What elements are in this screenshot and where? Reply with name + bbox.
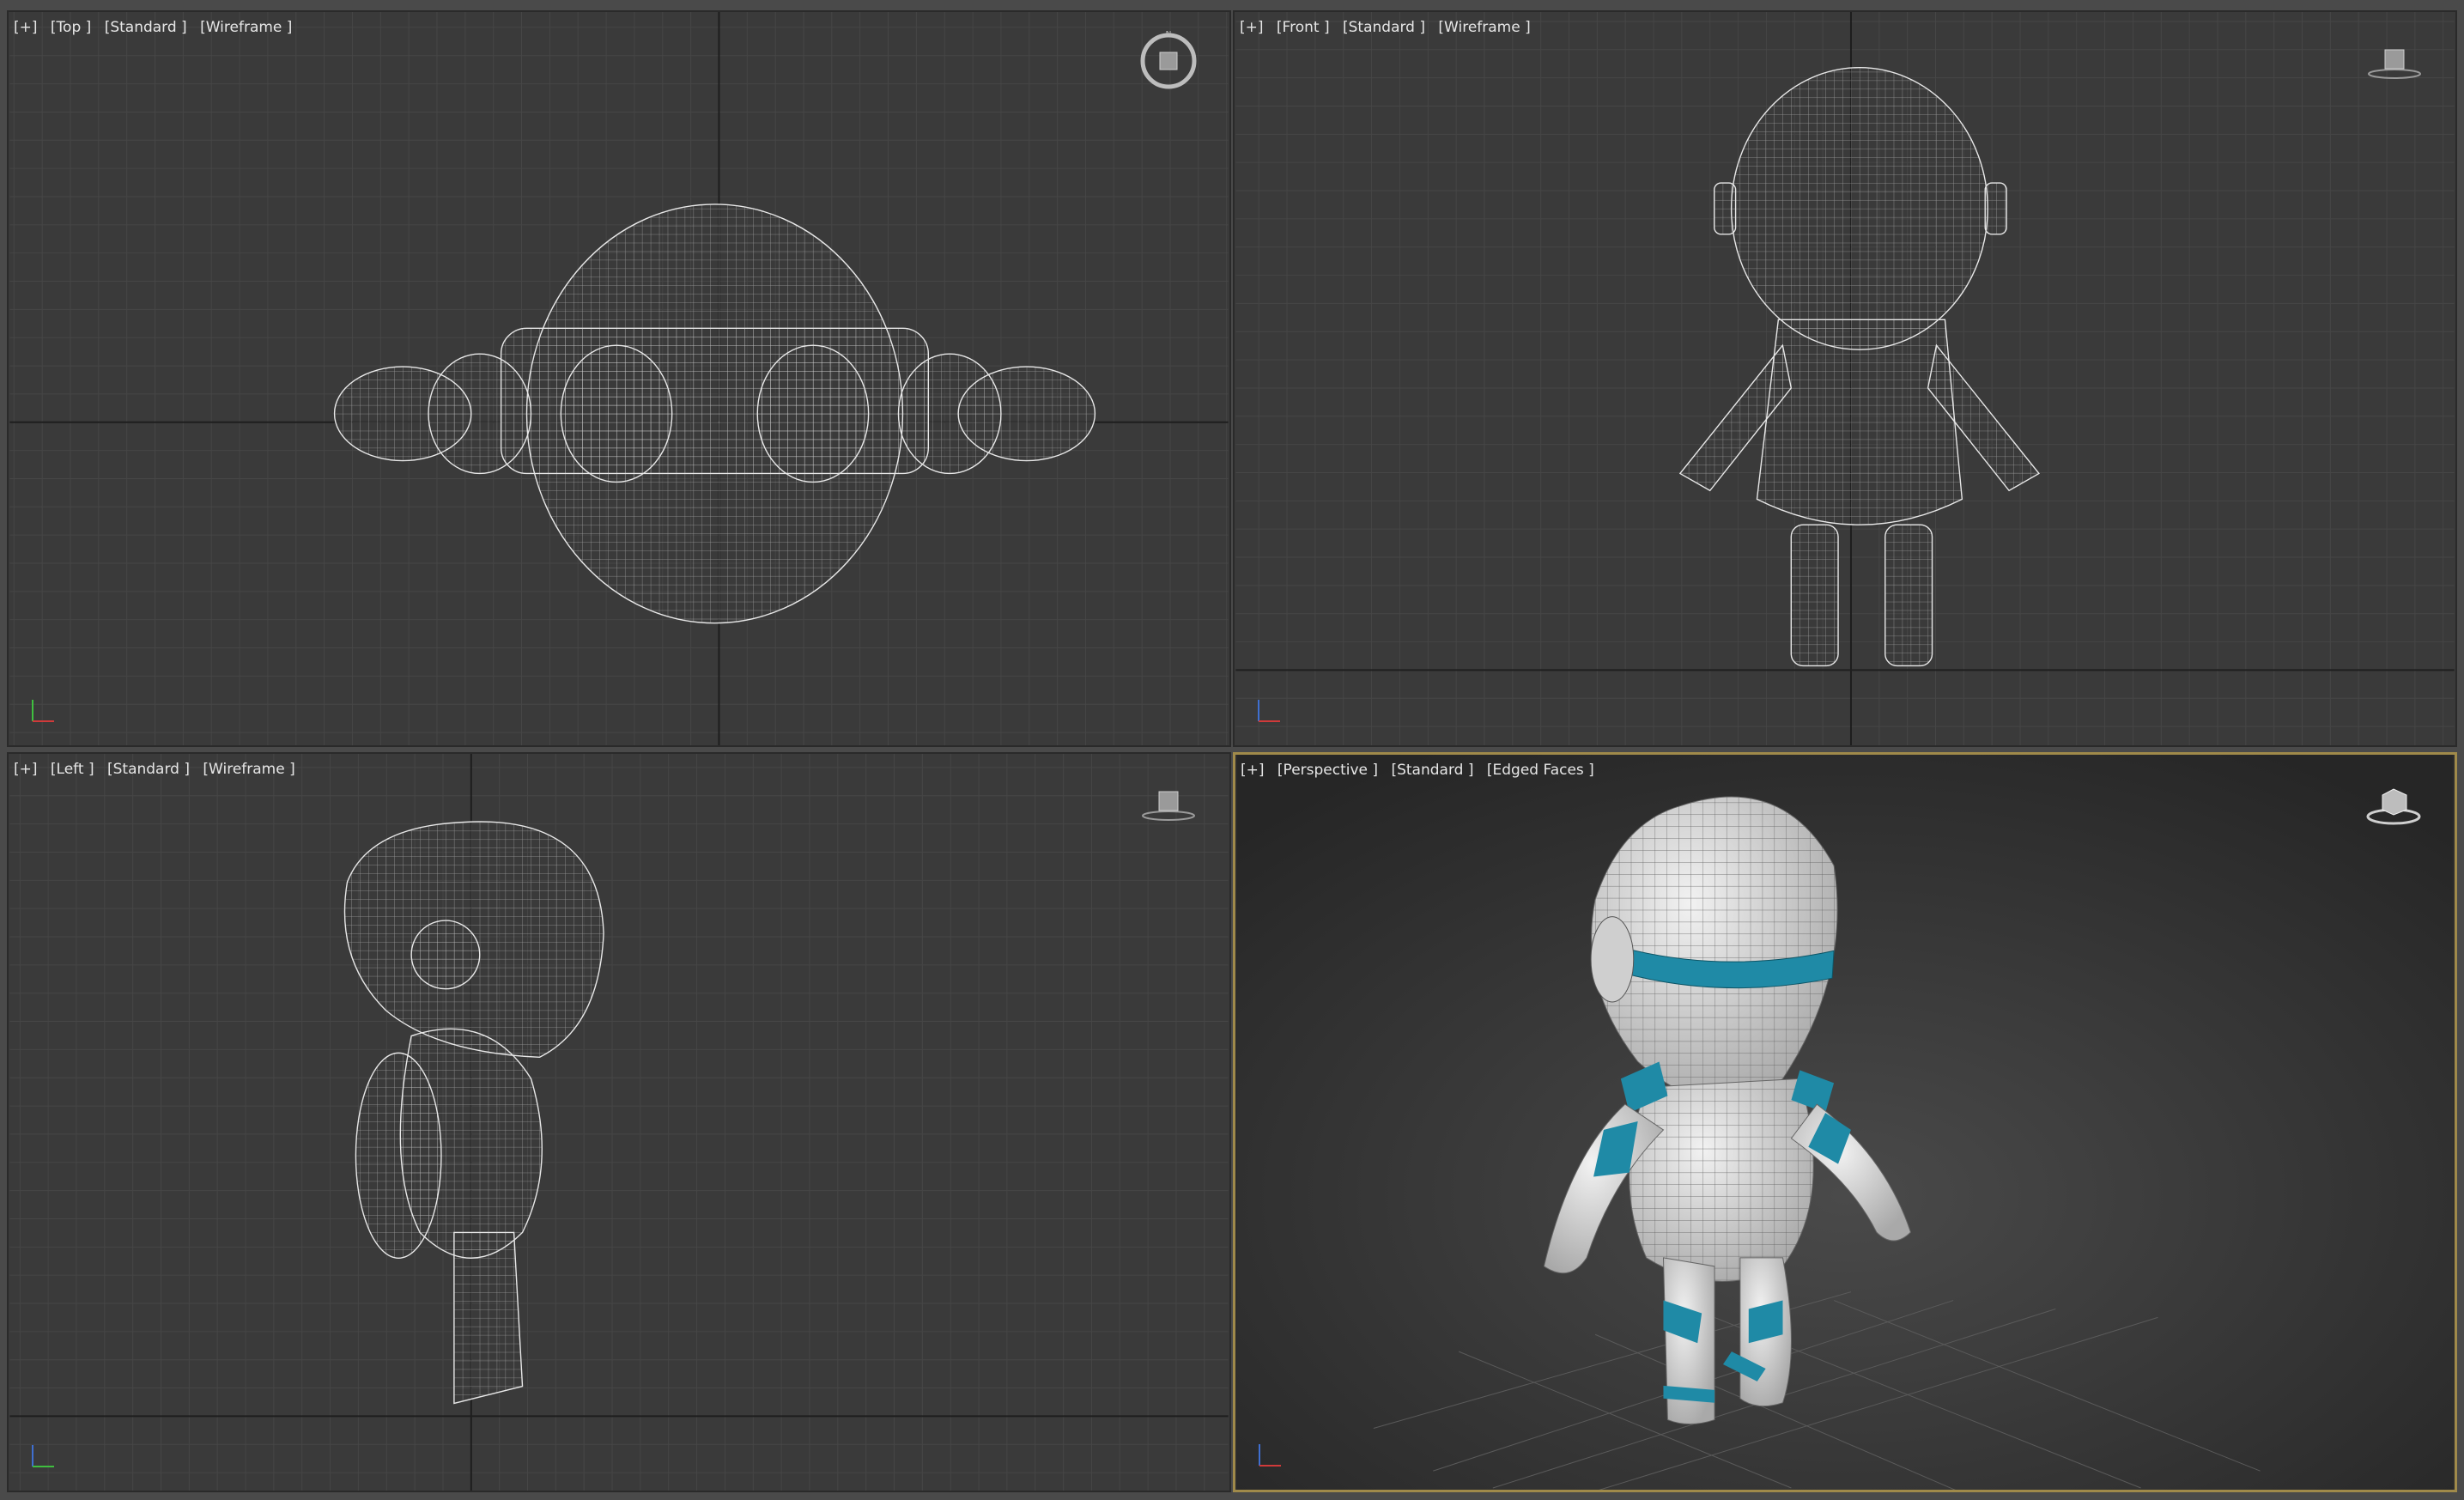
- viewport-perspective[interactable]: [+] [Perspective ] [Standard ] [Edged Fa…: [1233, 752, 2457, 1492]
- viewport-menu-button[interactable]: [+]: [14, 19, 38, 36]
- viewcube-icon[interactable]: [2364, 31, 2425, 91]
- viewport-label-left: [+] [Left ] [Standard ] [Wireframe ]: [14, 761, 304, 778]
- viewport-top[interactable]: [+] [Top ] [Standard ] [Wireframe ] N: [7, 10, 1231, 747]
- view-type-label[interactable]: [Front ]: [1277, 19, 1330, 36]
- shading-label[interactable]: [Standard ]: [1391, 762, 1473, 779]
- viewport-front[interactable]: [+] [Front ] [Standard ] [Wireframe ]: [1233, 10, 2457, 747]
- axis-tripod-icon: [32, 700, 54, 722]
- viewport-menu-button[interactable]: [+]: [14, 761, 38, 778]
- shading-label[interactable]: [Standard ]: [107, 761, 190, 778]
- view-type-label[interactable]: [Left ]: [51, 761, 94, 778]
- shading-label[interactable]: [Standard ]: [1343, 19, 1425, 36]
- display-mode-label[interactable]: [Wireframe ]: [200, 19, 292, 36]
- viewcube-icon[interactable]: [2364, 774, 2424, 834]
- viewport-left[interactable]: [+] [Left ] [Standard ] [Wireframe ]: [7, 752, 1231, 1492]
- display-mode-label[interactable]: [Edged Faces ]: [1487, 762, 1594, 779]
- display-mode-label[interactable]: [Wireframe ]: [1438, 19, 1530, 36]
- viewport-label-top: [+] [Top ] [Standard ] [Wireframe ]: [14, 19, 300, 36]
- view-type-label[interactable]: [Top ]: [51, 19, 91, 36]
- viewcube-icon[interactable]: [1138, 773, 1199, 833]
- model-shaded-perspective: [1543, 796, 1912, 1425]
- viewport-label-front: [+] [Front ] [Standard ] [Wireframe ]: [1240, 19, 1539, 36]
- viewport-menu-button[interactable]: [+]: [1240, 19, 1264, 36]
- model-wireframe-left: [343, 821, 604, 1405]
- model-wireframe-front: [1678, 67, 2040, 667]
- axis-tripod-icon: [1259, 1444, 1281, 1467]
- svg-text:N: N: [1166, 31, 1172, 39]
- model-wireframe-top: [333, 203, 1096, 624]
- viewport-menu-button[interactable]: [+]: [1241, 762, 1265, 779]
- view-type-label[interactable]: [Perspective ]: [1278, 762, 1378, 779]
- display-mode-label[interactable]: [Wireframe ]: [203, 761, 294, 778]
- compass-icon[interactable]: N: [1138, 31, 1199, 91]
- viewport-label-perspective: [+] [Perspective ] [Standard ] [Edged Fa…: [1241, 762, 1603, 779]
- axis-tripod-icon: [1258, 700, 1280, 722]
- shading-label[interactable]: [Standard ]: [105, 19, 187, 36]
- axis-tripod-icon: [32, 1445, 54, 1467]
